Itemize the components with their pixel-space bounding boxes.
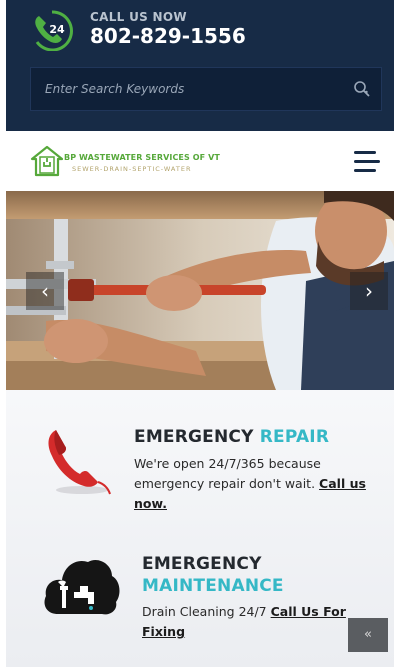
service-description: Drain Cleaning 24/7 [142,604,267,619]
slider-prev-button[interactable]: ‹ [26,272,64,310]
search-input[interactable] [31,68,345,110]
services-section: EMERGENCY REPAIR We're open 24/7/365 bec… [6,390,394,667]
service-title-main: EMERGENCY [134,427,254,447]
phone-24-icon: 24 [35,10,73,51]
page: 24 CALL US NOW 802-829-1556 BP WASTEWATE… [6,0,394,667]
service-title-accent: MAINTENANCE [142,576,284,596]
logo-title[interactable]: BP WASTEWATER SERVICES OF VT [64,153,220,162]
site-header: BP WASTEWATER SERVICES OF VT SEWER-DRAIN… [6,131,394,191]
call-us-label: CALL US NOW [90,10,187,24]
service-title-repair: EMERGENCY REPAIR [134,427,329,447]
hero-slider: ‹ › [6,191,394,390]
slider-next-button[interactable]: › [350,272,388,310]
wrench-faucet-cloud-icon [44,559,120,615]
phone-number-link[interactable]: 802-829-1556 [90,24,246,48]
search-box [30,67,382,111]
service-title-maintenance: EMERGENCY MAINTENANCE [142,553,284,597]
search-icon[interactable] [353,80,371,98]
service-text-repair: We're open 24/7/365 because emergency re… [134,454,370,514]
house-logo-icon[interactable] [30,144,64,178]
logo-tagline: SEWER-DRAIN-SEPTIC-WATER [72,165,192,173]
hamburger-menu-icon[interactable] [354,151,384,173]
phone-icon-number: 24 [49,23,65,36]
service-title-main: EMERGENCY [142,554,262,574]
service-title-accent: REPAIR [259,427,330,447]
hero-image [6,191,394,390]
top-bar: 24 CALL US NOW 802-829-1556 [6,0,394,131]
service-text-maintenance: Drain Cleaning 24/7 Call Us For Fixing [142,602,352,642]
scroll-to-top-button[interactable]: « [348,618,388,652]
service-description: We're open 24/7/365 because emergency re… [134,456,321,491]
red-telephone-icon [48,430,111,495]
